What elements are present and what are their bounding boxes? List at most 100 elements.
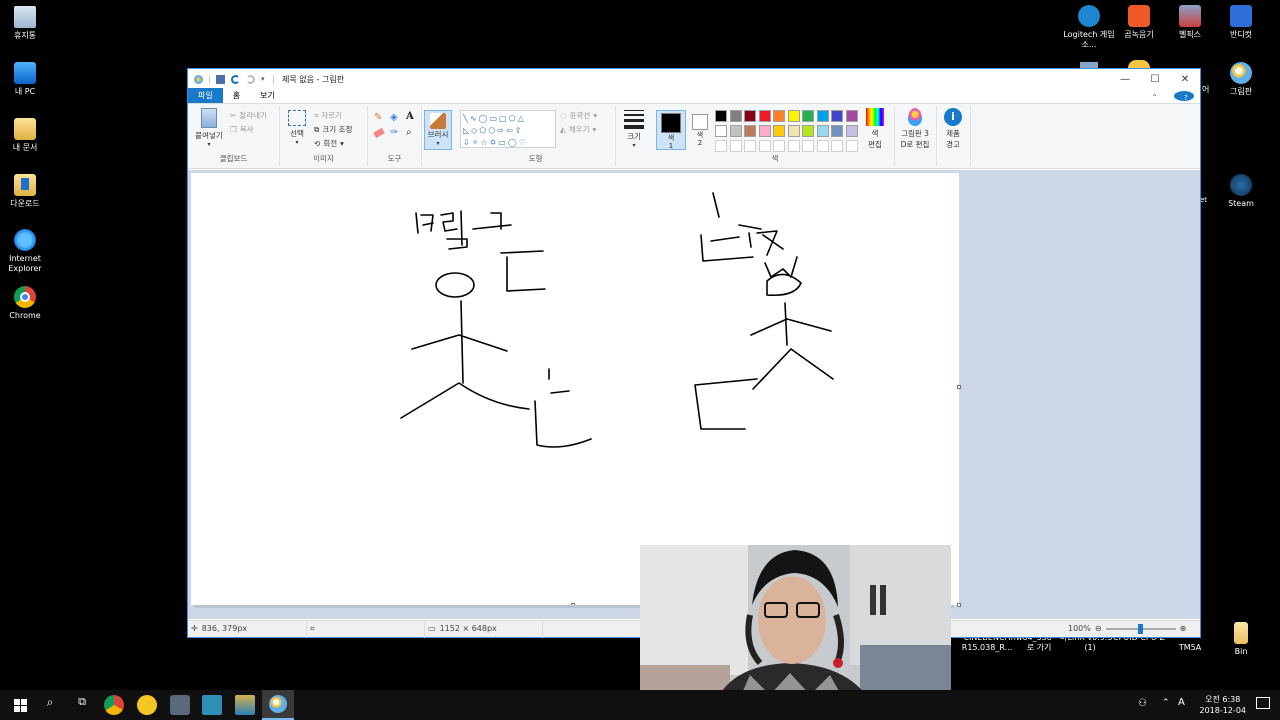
app-taskbar-icon[interactable] [170, 695, 190, 715]
undo-icon[interactable] [231, 74, 240, 84]
up-arrow-shape-icon[interactable]: ⇧ [515, 126, 524, 135]
notification-center-icon[interactable] [1256, 697, 1270, 709]
paint-taskbar-button[interactable] [262, 690, 294, 720]
palette-swatch[interactable] [758, 110, 771, 122]
redo-icon[interactable] [246, 74, 255, 84]
desktop-icon-tm5[interactable]: TM5A [1164, 643, 1216, 653]
desktop-icon-downloads[interactable]: 다운로드 [0, 174, 57, 209]
edit-colors-button[interactable]: 색 편집 [860, 108, 890, 150]
down-arrow-shape-icon[interactable]: ⇩ [463, 138, 472, 147]
color2-button[interactable]: 색 2 [688, 110, 712, 150]
palette-swatch[interactable] [802, 125, 814, 137]
palette-swatch[interactable] [816, 110, 829, 122]
collapse-ribbon-icon[interactable]: ⌃ [1141, 91, 1168, 104]
title-bar[interactable]: ▾ 제목 없음 - 그림판 — ☐ ✕ [188, 69, 1200, 89]
chevron-up-icon[interactable]: ⌃ [1162, 698, 1170, 708]
palette-swatch[interactable] [744, 110, 756, 122]
customize-qat-icon[interactable]: ▾ [261, 75, 267, 84]
fill-shape-button[interactable]: ◭ 채우기 ▾ [560, 124, 596, 135]
palette-swatch[interactable] [845, 125, 858, 137]
tab-home[interactable]: 홈 [223, 88, 250, 103]
palette-swatch[interactable] [715, 140, 727, 152]
callout-shape-icon[interactable]: ▭ [498, 138, 508, 147]
palette-swatch[interactable] [715, 110, 727, 122]
palette-swatch[interactable] [758, 125, 771, 137]
desktop-icon-internet-explorer[interactable]: Internet Explorer [0, 229, 57, 274]
rectangle-shape-icon[interactable]: ▭ [489, 114, 499, 123]
palette-swatch[interactable] [729, 110, 742, 122]
cut-button[interactable]: ✂ 잘라내기 [230, 110, 267, 121]
product-alert-button[interactable]: i 제품 경고 [938, 108, 968, 150]
palette-swatch[interactable] [816, 140, 829, 152]
app-taskbar-icon[interactable] [235, 695, 255, 715]
select-button[interactable]: 선택 ▾ [284, 110, 310, 146]
rotate-button[interactable]: ⟲ 회전 ▾ [314, 138, 344, 149]
oval-callout-shape-icon[interactable]: ◯ [508, 138, 519, 147]
clock[interactable]: 오전 6:38 2018-12-04 [1200, 694, 1247, 716]
help-icon[interactable]: ? [1174, 91, 1194, 102]
kakao-player-taskbar-icon[interactable] [137, 695, 157, 715]
magnifier-icon[interactable]: ⌕ [406, 127, 412, 138]
brush-button[interactable]: 브러시 ▾ [424, 110, 452, 150]
palette-swatch[interactable] [773, 140, 785, 152]
pentagon-shape-icon[interactable]: ⬠ [479, 126, 488, 135]
palette-swatch[interactable] [831, 125, 843, 137]
people-icon[interactable]: ⚇ [1138, 698, 1147, 709]
desktop-icon-documents[interactable]: 내 문서 [0, 118, 57, 153]
desktop-icon-chrome[interactable]: Chrome [0, 286, 57, 321]
rounded-rectangle-shape-icon[interactable]: ▢ [499, 114, 509, 123]
six-point-star-shape-icon[interactable]: ✡ [490, 138, 499, 147]
save-icon[interactable] [216, 74, 225, 84]
palette-swatch[interactable] [773, 125, 785, 137]
palette-swatch[interactable] [802, 110, 814, 122]
polygon-shape-icon[interactable]: ⬠ [509, 114, 518, 123]
palette-swatch[interactable] [787, 110, 800, 122]
line-shape-icon[interactable]: ╲ [463, 114, 470, 123]
color1-button[interactable]: 색 1 [656, 110, 686, 150]
paste-button[interactable]: 붙여넣기 ▾ [192, 108, 226, 148]
palette-swatch[interactable] [845, 110, 858, 122]
fill-icon[interactable]: ◈ [390, 112, 398, 123]
palette-swatch[interactable] [773, 110, 785, 122]
ime-indicator[interactable]: A [1178, 697, 1185, 708]
chrome-taskbar-icon[interactable] [104, 695, 124, 715]
task-view-icon[interactable]: ⧉ [72, 695, 92, 715]
palette-swatch[interactable] [729, 125, 742, 137]
curve-shape-icon[interactable]: ∿ [470, 114, 479, 123]
desktop-icon-paint[interactable]: 그림판 [1209, 62, 1273, 97]
zoom-slider-thumb[interactable] [1137, 623, 1143, 634]
resize-handle-corner[interactable] [957, 603, 961, 607]
desktop-icon-steam[interactable]: Steam [1209, 174, 1273, 209]
palette-swatch[interactable] [787, 140, 800, 152]
eraser-icon[interactable] [373, 127, 385, 139]
size-button[interactable]: 크기 ▾ [620, 110, 648, 149]
palette-swatch[interactable] [831, 110, 843, 122]
triangle-shape-icon[interactable]: △ [518, 114, 526, 123]
palette-swatch[interactable] [802, 140, 814, 152]
zoom-in-button[interactable]: ⊕ [1180, 624, 1187, 633]
zoom-out-button[interactable]: ⊖ [1095, 624, 1102, 633]
right-arrow-shape-icon[interactable]: ⇨ [497, 126, 506, 135]
close-button[interactable]: ✕ [1170, 69, 1200, 89]
search-icon[interactable]: ⌕ [40, 695, 60, 715]
palette-swatch[interactable] [758, 140, 771, 152]
palette-swatch[interactable] [816, 125, 829, 137]
five-point-star-shape-icon[interactable]: ☆ [480, 138, 489, 147]
outline-button[interactable]: ◌ 윤곽선 ▾ [560, 110, 597, 121]
palette-swatch[interactable] [845, 140, 858, 152]
crop-button[interactable]: ⌗ 자르기 [314, 110, 342, 121]
palette-swatch[interactable] [729, 140, 742, 152]
shape-gallery[interactable]: ╲∿◯▭▢⬠△ ◺◇⬠⬡⇨⇦⇧ ⇩✧☆✡▭◯♡ [460, 110, 556, 148]
edit-with-paint3d-button[interactable]: 그림판 3 D로 편집 [896, 108, 934, 150]
resize-button[interactable]: ⧉ 크기 조정 [314, 124, 352, 135]
palette-swatch[interactable] [787, 125, 800, 137]
heart-shape-icon[interactable]: ♡ [519, 138, 528, 147]
desktop-icon-bandicut[interactable]: 반디컷 [1209, 5, 1273, 40]
minimize-button[interactable]: — [1110, 69, 1140, 89]
text-tool-icon[interactable]: A [406, 111, 414, 122]
palette-swatch[interactable] [744, 140, 756, 152]
left-arrow-shape-icon[interactable]: ⇦ [506, 126, 515, 135]
start-button[interactable] [10, 695, 30, 715]
palette-swatch[interactable] [831, 140, 843, 152]
oval-shape-icon[interactable]: ◯ [479, 114, 490, 123]
